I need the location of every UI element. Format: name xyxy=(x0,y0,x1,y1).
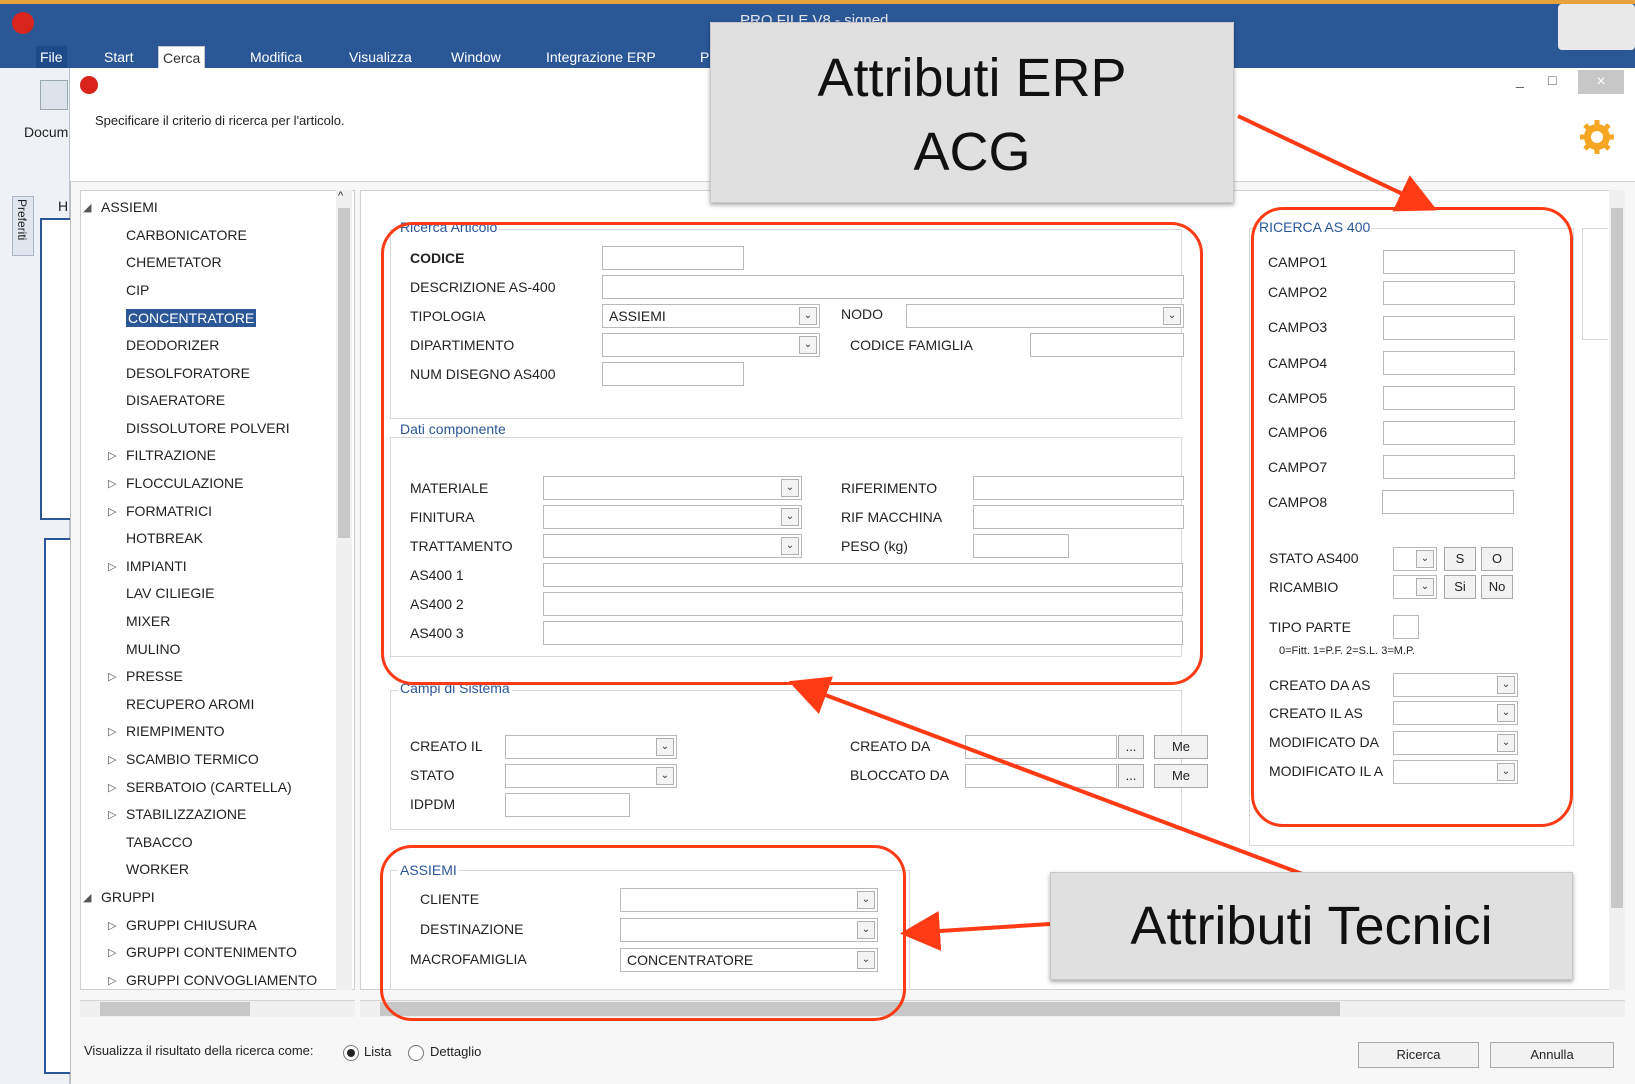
erp-arrow xyxy=(1237,114,1438,212)
erp-callout-line2: ACG xyxy=(913,122,1031,182)
tech-attributes-callout: Attributi Tecnici xyxy=(1050,872,1573,980)
erp-attributes-callout: Attributi ERP ACG xyxy=(710,22,1234,203)
tech-arrow-left xyxy=(900,911,1051,951)
tech-arrow-up xyxy=(788,676,1306,877)
erp-callout-line1: Attributi ERP xyxy=(817,48,1127,108)
